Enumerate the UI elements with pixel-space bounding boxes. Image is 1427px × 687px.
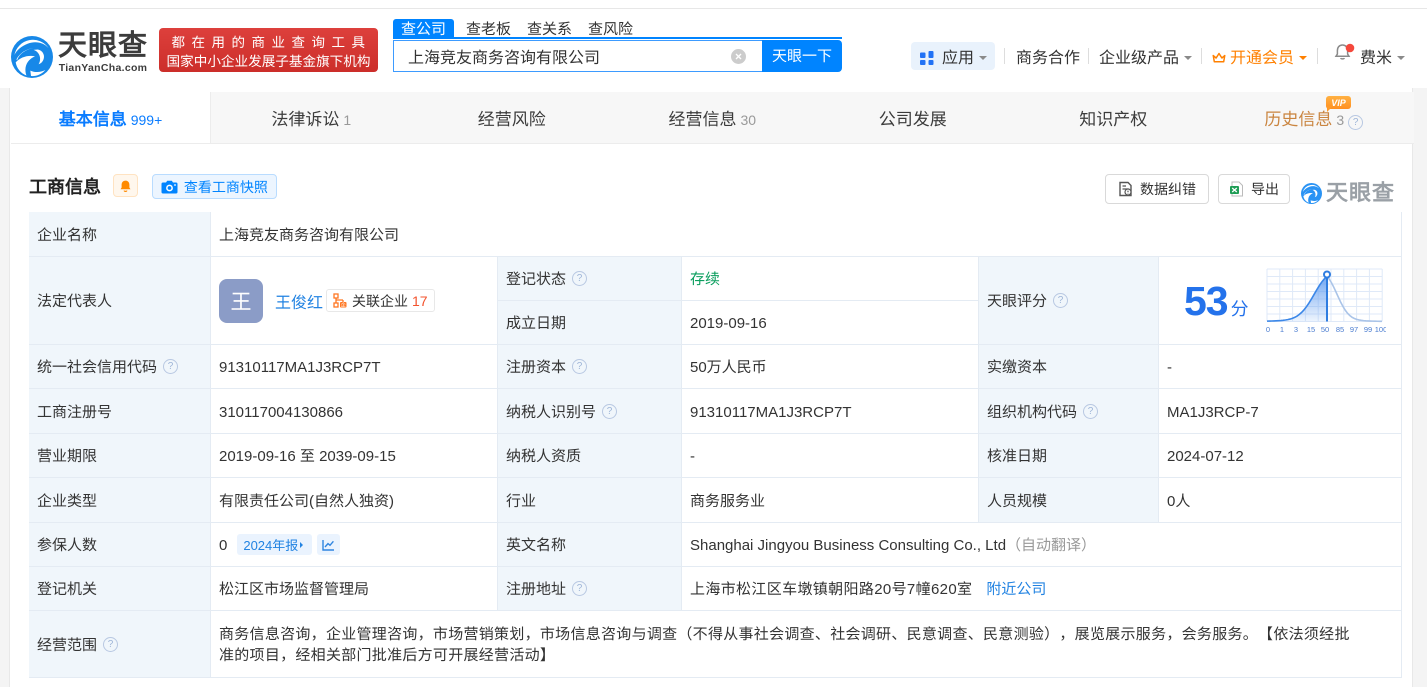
svg-text:97: 97 xyxy=(1349,325,1357,334)
svg-text:3: 3 xyxy=(1294,325,1298,334)
svg-text:50: 50 xyxy=(1320,325,1328,334)
svg-text:0: 0 xyxy=(1266,325,1270,334)
svg-text:15: 15 xyxy=(1306,325,1314,334)
svg-text:100: 100 xyxy=(1374,325,1385,334)
svg-text:99: 99 xyxy=(1363,325,1371,334)
svg-text:1: 1 xyxy=(1280,325,1284,334)
svg-text:企: 企 xyxy=(341,302,346,308)
svg-text:85: 85 xyxy=(1335,325,1343,334)
